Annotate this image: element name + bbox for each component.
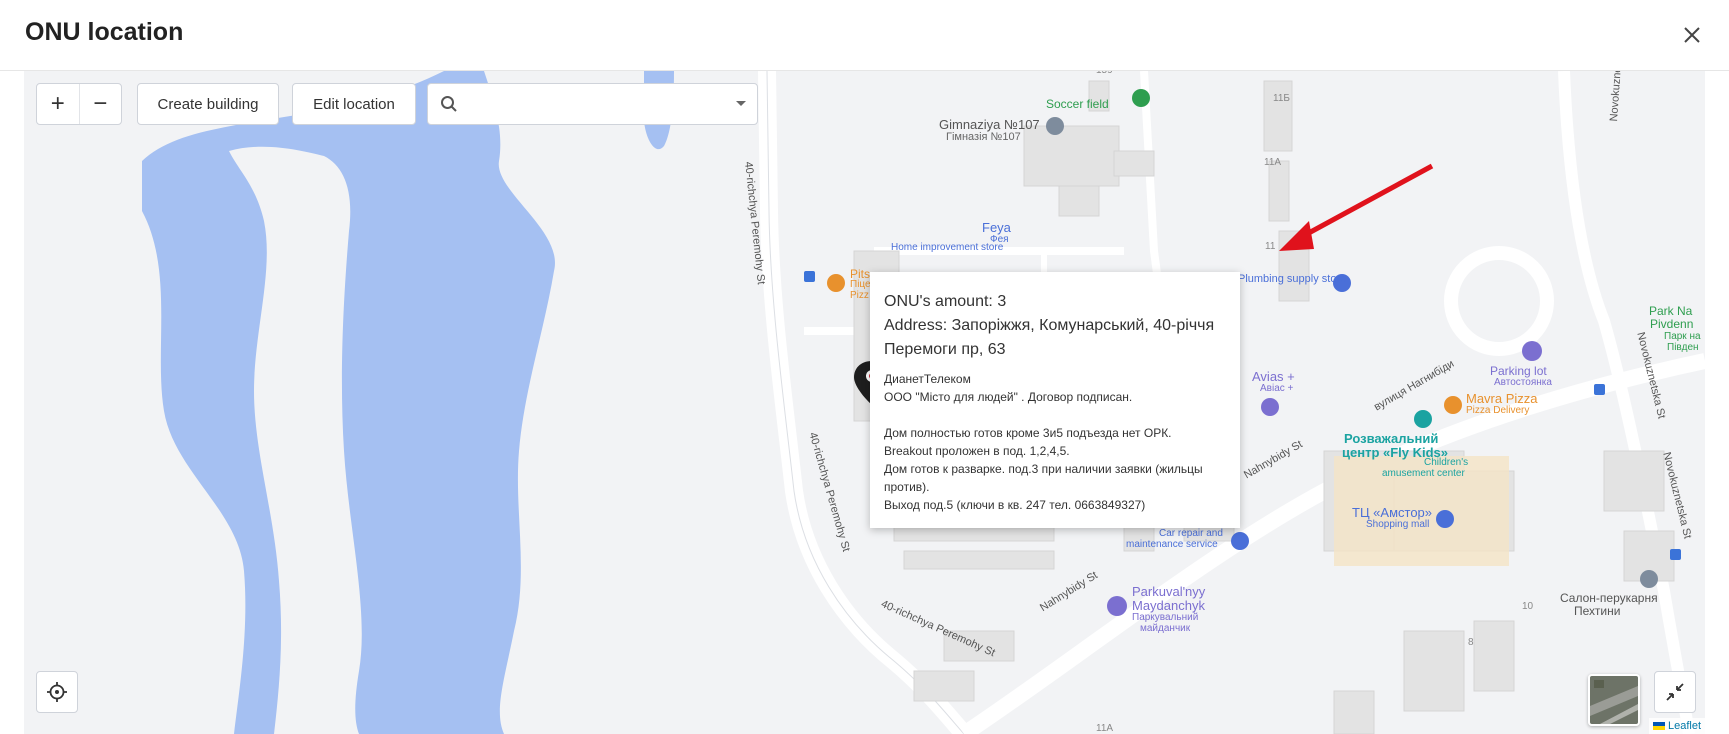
map-label-car-repair2: maintenance service: [1126, 539, 1218, 550]
map-label-park-na: Park Na: [1649, 304, 1693, 318]
map-label-amstor: ТЦ «Амстор»: [1352, 505, 1433, 520]
map-label-parkuvalnyy-ua2: майданчик: [1140, 623, 1191, 634]
map-label-amstor-sub: Shopping mall: [1366, 519, 1430, 530]
map-label-num-10: 10: [1522, 601, 1534, 612]
map-label-num-11a-bottom: 11А: [1096, 723, 1114, 734]
popup-note-line: Дом полностью готов кроме 3и5 подъезда н…: [884, 426, 1172, 440]
map-label-mavra-sub: Pizza Delivery: [1466, 405, 1530, 416]
popup-notes: ДианетТелеком ООО "Місто для людей" . До…: [884, 370, 1226, 514]
map-label-pits-ua1: Піце: [850, 279, 871, 290]
leaflet-link[interactable]: Leaflet: [1668, 720, 1701, 732]
map-label-num-11: 11: [1265, 241, 1276, 252]
map-label-home-improvement: Home improvement store: [891, 242, 1004, 253]
map-label-parkuvalnyy-ua1: Паркувальний: [1132, 612, 1199, 623]
popup-note-line: [884, 406, 1226, 424]
popup-note-line: Выход под.5 (ключи в кв. 247 тел. 066384…: [884, 498, 1146, 512]
map-label-salon: Салон-перукарня: [1560, 591, 1658, 605]
map-label-feya: Feya: [982, 220, 1011, 235]
map-label-gimnaziya-ua: Гімназія №107: [946, 131, 1021, 143]
map-label-pits-ua2: Pizz: [850, 290, 869, 301]
dialog-title: ONU location: [25, 18, 184, 46]
zoom-out-button[interactable]: −: [78, 84, 122, 124]
map-label-avias: Avias +: [1252, 369, 1295, 384]
map-label-num-11a: 11А: [1264, 157, 1282, 168]
map-label-fly-kids-en2: amusement center: [1382, 468, 1465, 479]
map-label-gimnaziya: Gimnaziya №107: [939, 117, 1040, 132]
map-label-salon2: Пехтини: [1574, 604, 1621, 618]
map-label-avias-ua: Авіас +: [1260, 383, 1294, 394]
edit-location-button[interactable]: Edit location: [292, 83, 416, 125]
search-icon: [441, 96, 457, 112]
map-label-mavra: Mavra Pizza: [1466, 391, 1538, 406]
search-box[interactable]: [427, 83, 758, 125]
map-label-park-ua: Парк на: [1664, 331, 1701, 342]
map-label-parking-lot-ua: Автостоянка: [1494, 377, 1552, 388]
zoom-in-button[interactable]: +: [37, 84, 79, 124]
locate-button[interactable]: [36, 671, 78, 713]
map-label-soccer-field: Soccer field: [1046, 97, 1109, 111]
exit-fullscreen-button[interactable]: [1654, 671, 1696, 713]
map-base: [24, 71, 1705, 734]
map-label-car-repair1: Car repair and: [1159, 528, 1223, 539]
popup-note-line: Дом готов к разварке. под.3 при наличии …: [884, 462, 1203, 494]
map-label-pivdenn: Pivdenn: [1650, 317, 1694, 331]
map-label-num-159: 159: [1096, 71, 1113, 76]
map-label-num-8: 8: [1468, 637, 1474, 648]
layer-switcher-button[interactable]: [1588, 674, 1640, 726]
ukraine-flag-icon: [1652, 722, 1665, 730]
close-icon: [1684, 27, 1700, 43]
map-canvas[interactable]: Soccer field Gimnaziya №107 Гімназія №10…: [24, 71, 1705, 734]
close-button[interactable]: [1677, 20, 1707, 50]
popup-note-line: ДианетТелеком: [884, 372, 971, 386]
map-label-parkuvalnyy2: Maydanchyk: [1132, 598, 1205, 613]
create-building-button[interactable]: Create building: [137, 83, 279, 125]
map-label-plumbing: Plumbing supply store: [1238, 273, 1347, 285]
map-attribution: Leaflet: [1648, 718, 1705, 734]
zoom-controls: + −: [36, 83, 122, 125]
search-input[interactable]: [468, 90, 722, 120]
onu-amount: ONU's amount: 3: [884, 293, 1007, 310]
dialog-header: ONU location: [0, 0, 1729, 71]
satellite-thumbnail-icon: [1590, 676, 1638, 724]
onu-address: Address: Запоріжжя, Комунарський, 40-річ…: [884, 317, 1215, 358]
map-label-num-11b: 11Б: [1273, 93, 1290, 104]
popup-note-line: ООО "Місто для людей" . Договор подписан…: [884, 390, 1133, 404]
map-label-fly-kids1: Розважальний: [1344, 431, 1439, 446]
onu-info-popup: ONU's amount: 3 Address: Запоріжжя, Кому…: [870, 272, 1240, 528]
crosshair-icon: [47, 682, 67, 702]
map-label-parkuvalnyy1: Parkuval'nyy: [1132, 584, 1206, 599]
chevron-down-icon[interactable]: [735, 100, 747, 108]
collapse-icon: [1666, 683, 1684, 701]
map-label-fly-kids-en1: Children's: [1424, 457, 1469, 468]
map-label-piv-ua: Півден: [1667, 342, 1699, 353]
popup-note-line: Breakout проложен в под. 1,2,4,5.: [884, 444, 1070, 458]
map-label-parking-lot: Parking lot: [1490, 364, 1547, 378]
